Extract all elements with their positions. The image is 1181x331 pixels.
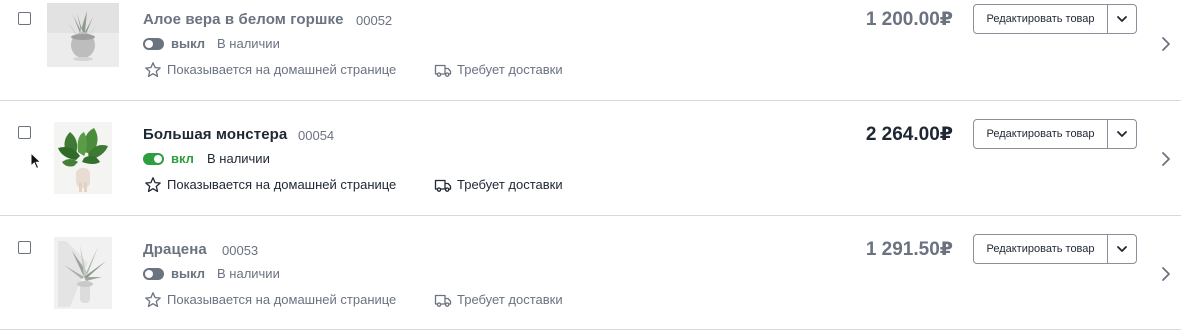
product-sku: 00053 bbox=[222, 243, 259, 258]
product-list: Алое вера в белом горшке 00052 выкл В на… bbox=[0, 0, 1181, 331]
visibility-toggle[interactable] bbox=[143, 38, 164, 50]
truck-icon bbox=[434, 61, 452, 79]
visibility-toggle-label: выкл bbox=[171, 36, 206, 51]
edit-product-button[interactable]: Редактировать товар bbox=[974, 235, 1107, 263]
chevron-right-icon[interactable] bbox=[1160, 151, 1172, 167]
product-title[interactable]: Драцена bbox=[143, 241, 207, 258]
featured-label: Показывается на домашней странице bbox=[167, 62, 397, 77]
toggle-knob bbox=[145, 40, 153, 48]
chevron-right-icon[interactable] bbox=[1160, 36, 1172, 52]
chevron-down-icon bbox=[1117, 16, 1127, 22]
product-thumbnail[interactable] bbox=[47, 3, 119, 67]
toggle-knob bbox=[154, 155, 162, 163]
visibility-toggle[interactable] bbox=[143, 153, 164, 165]
product-price: 1 200.00₽ bbox=[865, 9, 953, 30]
stock-status: В наличии bbox=[217, 36, 280, 51]
product-price: 1 291.50₽ bbox=[865, 239, 953, 260]
shipping-label: Требует доставки bbox=[457, 292, 563, 307]
visibility-toggle[interactable] bbox=[143, 268, 164, 280]
chevron-down-icon bbox=[1117, 246, 1127, 252]
edit-product-button[interactable]: Редактировать товар bbox=[974, 5, 1107, 33]
star-icon bbox=[144, 176, 162, 194]
featured-label: Показывается на домашней странице bbox=[167, 177, 397, 192]
edit-product-button[interactable]: Редактировать товар bbox=[974, 120, 1107, 148]
edit-options-dropdown[interactable] bbox=[1108, 120, 1136, 148]
edit-product-button-group: Редактировать товар bbox=[973, 234, 1137, 264]
product-title[interactable]: Большая монстера bbox=[143, 126, 287, 143]
star-icon bbox=[144, 61, 162, 79]
truck-icon bbox=[434, 291, 452, 309]
row-divider bbox=[0, 100, 1181, 101]
edit-options-dropdown[interactable] bbox=[1108, 235, 1136, 263]
product-thumbnail[interactable] bbox=[54, 237, 112, 309]
row-divider bbox=[0, 215, 1181, 216]
edit-product-button-group: Редактировать товар bbox=[973, 119, 1137, 149]
dracaena-image bbox=[54, 237, 112, 309]
chevron-right-icon[interactable] bbox=[1160, 266, 1172, 282]
visibility-toggle-label: выкл bbox=[171, 266, 206, 281]
product-title[interactable]: Алое вера в белом горшке bbox=[143, 11, 344, 28]
product-thumbnail[interactable] bbox=[54, 122, 112, 194]
shipping-label: Требует доставки bbox=[457, 177, 563, 192]
chevron-down-icon bbox=[1117, 131, 1127, 137]
edit-options-dropdown[interactable] bbox=[1108, 5, 1136, 33]
product-sku: 00054 bbox=[298, 128, 335, 143]
mouse-cursor-icon bbox=[30, 152, 42, 170]
stock-status: В наличии bbox=[217, 266, 280, 281]
featured-label: Показывается на домашней странице bbox=[167, 292, 397, 307]
edit-product-button-group: Редактировать товар bbox=[973, 4, 1137, 34]
shipping-label: Требует доставки bbox=[457, 62, 563, 77]
product-sku: 00052 bbox=[356, 13, 393, 28]
toggle-knob bbox=[145, 270, 153, 278]
row-select-checkbox[interactable] bbox=[18, 12, 31, 25]
star-icon bbox=[144, 291, 162, 309]
truck-icon bbox=[434, 176, 452, 194]
visibility-toggle-label: вкл bbox=[171, 151, 194, 166]
monstera-image bbox=[54, 122, 112, 194]
row-divider bbox=[0, 329, 1181, 330]
stock-status: В наличии bbox=[207, 151, 270, 166]
aloe-pot-image bbox=[47, 3, 119, 67]
row-select-checkbox[interactable] bbox=[18, 241, 31, 254]
row-select-checkbox[interactable] bbox=[18, 126, 31, 139]
product-price: 2 264.00₽ bbox=[865, 124, 953, 145]
